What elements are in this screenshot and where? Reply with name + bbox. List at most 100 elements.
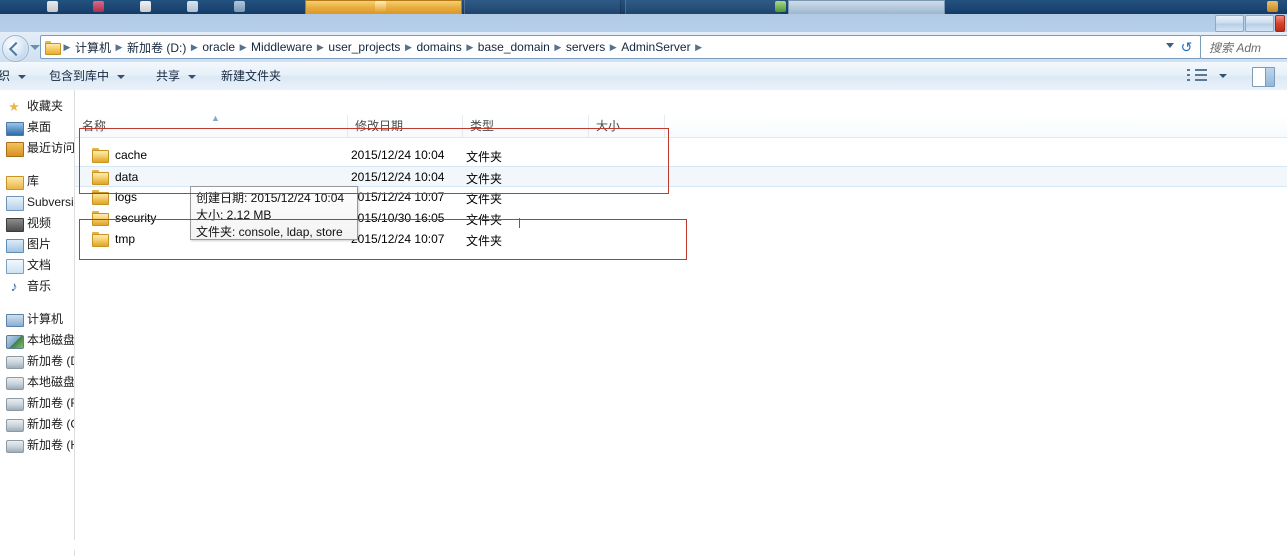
breadcrumb-item-oracle[interactable]: oracle — [199, 40, 238, 54]
favorites-star-icon: ★ — [8, 99, 20, 114]
back-button[interactable] — [2, 35, 29, 62]
column-header-type[interactable]: 类型 — [463, 115, 589, 137]
taskbar-button-window-3[interactable] — [625, 0, 782, 14]
sidebar-group-favorites[interactable]: ★ 收藏夹 — [0, 96, 74, 117]
search-input[interactable]: 搜索 Adm — [1200, 35, 1287, 59]
column-header-size[interactable]: 大小 — [589, 115, 665, 137]
include-in-library-label: 包含到库中 — [49, 69, 110, 83]
folder-icon — [92, 211, 109, 226]
sidebar-item-drive-g[interactable]: 新加卷 (G — [0, 414, 74, 435]
sidebar-item-videos-label: 视频 — [27, 216, 52, 230]
column-header-name[interactable]: 名称 ▲ — [75, 114, 348, 137]
sidebar-item-recent-places[interactable]: 最近访问的 — [0, 138, 74, 159]
recent-places-icon — [6, 142, 24, 157]
breadcrumb-item-servers[interactable]: servers — [563, 40, 608, 54]
new-folder-button[interactable]: 新建文件夹 — [217, 67, 285, 86]
table-row[interactable]: cache 2015/12/24 10:04 文件夹 — [75, 145, 1287, 166]
breadcrumb-separator: ▶ — [554, 41, 562, 52]
breadcrumb-item-domains[interactable]: domains — [413, 40, 464, 54]
taskbar-icon-4[interactable] — [187, 1, 198, 12]
breadcrumb-item-drive-d[interactable]: 新加卷 (D:) — [124, 39, 189, 56]
navigation-pane[interactable]: ★ 收藏夹 桌面 最近访问的 库 Subversio 视频 图片 — [0, 90, 75, 556]
sidebar-item-local-disk-c[interactable]: 本地磁盘 — [0, 330, 74, 351]
sidebar-item-desktop[interactable]: 桌面 — [0, 117, 74, 138]
sidebar-item-documents[interactable]: 文档 — [0, 255, 74, 276]
breadcrumb-separator: ▶ — [316, 41, 324, 52]
sidebar-item-pictures-label: 图片 — [27, 237, 52, 251]
sidebar-item-music-label: 音乐 — [27, 279, 52, 293]
sidebar-group-libraries[interactable]: 库 — [0, 171, 74, 192]
sidebar-group-computer-label: 计算机 — [27, 312, 64, 326]
maximize-button[interactable] — [1245, 15, 1274, 32]
sidebar-item-pictures[interactable]: 图片 — [0, 234, 74, 255]
close-button[interactable] — [1275, 15, 1285, 32]
sidebar-group-libraries-label: 库 — [27, 174, 40, 188]
sidebar-item-videos[interactable]: 视频 — [0, 213, 74, 234]
sidebar-group-computer[interactable]: 计算机 — [0, 309, 74, 330]
sidebar-item-local-disk-e-label: 本地磁盘 — [27, 375, 75, 389]
videos-icon — [6, 218, 24, 232]
share-button[interactable]: 共享 — [152, 67, 200, 86]
breadcrumb-separator: ▶ — [609, 41, 617, 52]
file-date: 2015/12/24 10:07 — [351, 232, 445, 246]
windows-taskbar[interactable] — [0, 0, 1287, 14]
sidebar-item-drive-h-label: 新加卷 (H — [27, 438, 75, 452]
sidebar-item-music[interactable]: ♪ 音乐 — [0, 276, 74, 297]
breadcrumb-separator: ▶ — [695, 41, 703, 52]
organize-button[interactable]: 织 — [0, 67, 30, 86]
breadcrumb-separator: ▶ — [190, 41, 198, 52]
sidebar-item-drive-h[interactable]: 新加卷 (H — [0, 435, 74, 456]
file-date: 2015/10/30 16:05 — [351, 211, 445, 225]
taskbar-button-window-2[interactable] — [464, 0, 621, 14]
minimize-button[interactable] — [1215, 15, 1244, 32]
folder-icon — [45, 40, 61, 55]
file-type: 文件夹 — [466, 192, 503, 206]
file-list-pane[interactable]: 名称 ▲ 修改日期 类型 大小 cache 2015/12/24 10:04 文… — [75, 90, 1287, 550]
file-name: logs — [115, 190, 138, 204]
taskbar-icon-3[interactable] — [140, 1, 151, 12]
breadcrumb-item-middleware[interactable]: Middleware — [248, 40, 315, 54]
sidebar-item-drive-f[interactable]: 新加卷 (F: — [0, 393, 74, 414]
chevron-down-icon[interactable] — [1166, 43, 1174, 48]
sidebar-item-drive-d-label: 新加卷 (D — [27, 354, 75, 368]
table-row[interactable]: data 2015/12/24 10:04 文件夹 — [75, 166, 1287, 187]
preview-pane-icon[interactable] — [1252, 67, 1275, 87]
folder-icon — [92, 232, 109, 247]
breadcrumb-item-user-projects[interactable]: user_projects — [325, 40, 403, 54]
explorer-window: ▶ 计算机 ▶ 新加卷 (D:) ▶ oracle ▶ Middleware ▶… — [0, 14, 1287, 556]
breadcrumb-item-computer[interactable]: 计算机 — [72, 39, 114, 56]
file-type: 文件夹 — [466, 150, 503, 164]
sidebar-item-drive-d[interactable]: 新加卷 (D — [0, 351, 74, 372]
breadcrumb-item-adminserver[interactable]: AdminServer — [618, 40, 693, 54]
drive-icon — [6, 356, 24, 369]
column-header-date-modified[interactable]: 修改日期 — [348, 115, 463, 137]
chevron-down-icon — [117, 74, 126, 79]
file-type: 文件夹 — [466, 172, 503, 186]
refresh-icon[interactable]: ↺ — [1177, 39, 1196, 55]
window-titlebar[interactable] — [0, 14, 1287, 33]
sidebar-item-local-disk-e[interactable]: 本地磁盘 — [0, 372, 74, 393]
sidebar-item-subversion[interactable]: Subversio — [0, 192, 74, 213]
taskbar-button-window-4[interactable] — [788, 0, 945, 14]
library-icon — [6, 176, 24, 190]
include-in-library-button[interactable]: 包含到库中 — [45, 67, 129, 86]
taskbar-icon-1[interactable] — [47, 1, 58, 12]
view-options-lines — [1195, 69, 1207, 84]
sidebar-item-drive-f-label: 新加卷 (F: — [27, 396, 74, 410]
address-bar: ▶ 计算机 ▶ 新加卷 (D:) ▶ oracle ▶ Middleware ▶… — [0, 32, 1287, 62]
column-header-type-label: 类型 — [470, 119, 495, 133]
folder-icon — [92, 148, 109, 163]
breadcrumb-item-base-domain[interactable]: base_domain — [475, 40, 553, 54]
forward-history-button[interactable] — [30, 45, 40, 50]
view-options-dots — [1187, 69, 1190, 84]
taskbar-button-explorer-icon — [375, 1, 386, 12]
taskbar-icon-2[interactable] — [93, 1, 104, 12]
file-date: 2015/12/24 10:04 — [351, 170, 445, 184]
breadcrumb[interactable]: ▶ 计算机 ▶ 新加卷 (D:) ▶ oracle ▶ Middleware ▶… — [40, 35, 1201, 59]
back-arrow-icon — [8, 41, 24, 57]
organize-label: 织 — [0, 69, 11, 83]
folder-icon — [92, 170, 109, 185]
taskbar-icon-5[interactable] — [234, 1, 245, 12]
view-options-icon[interactable] — [1187, 68, 1229, 85]
